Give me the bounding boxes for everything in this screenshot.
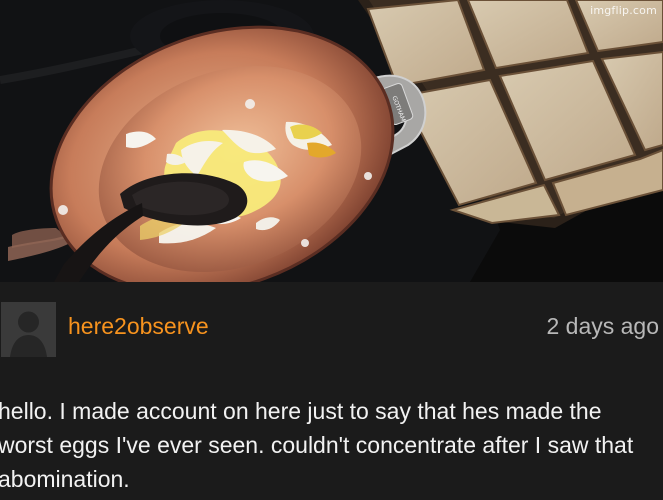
- comment-timestamp: 2 days ago: [546, 313, 659, 339]
- comment-body: hello. I made account on here just to sa…: [0, 398, 634, 492]
- user-avatar-icon[interactable]: [1, 302, 56, 357]
- screen: GOTHAM imgflip.com here2observe 2 days a…: [0, 0, 663, 500]
- comment-username-link[interactable]: here2observe: [68, 312, 209, 340]
- imgflip-watermark: imgflip.com: [590, 4, 657, 17]
- meme-photo: GOTHAM imgflip.com: [0, 0, 663, 282]
- default-user-avatar-icon: [1, 302, 56, 357]
- frying-pan-eggs-image: GOTHAM: [0, 0, 663, 282]
- comment-card: here2observe 2 days ago hello. I made ac…: [0, 282, 663, 500]
